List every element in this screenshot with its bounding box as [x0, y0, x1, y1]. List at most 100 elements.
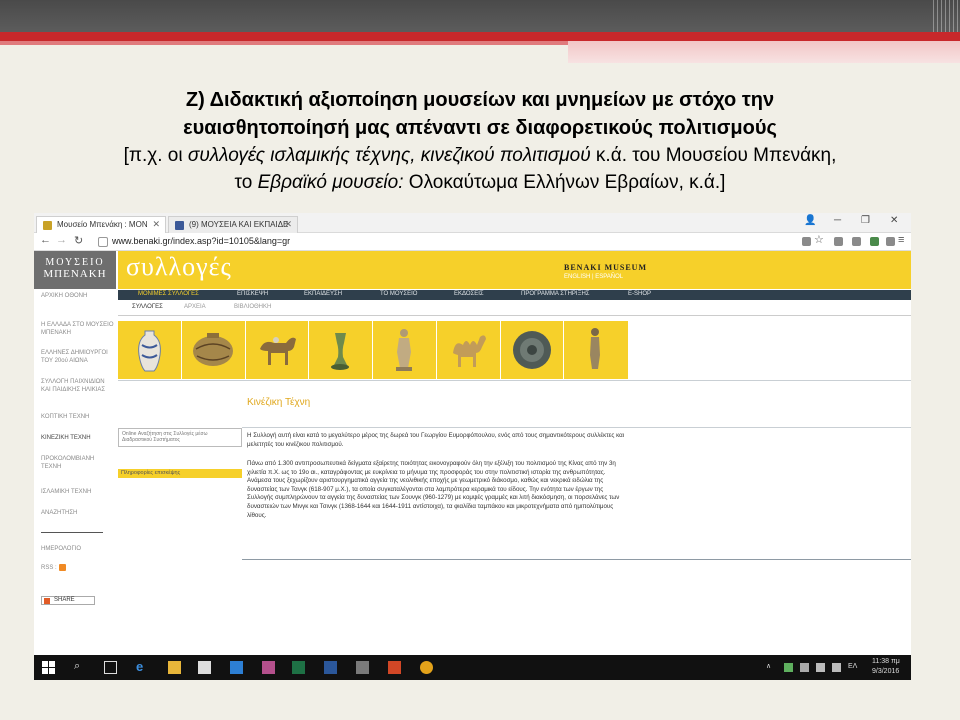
vase-icon	[138, 330, 161, 372]
submenu-item[interactable]: ΑΡΧΕΙΑ	[184, 304, 206, 310]
tab-facebook[interactable]: (9) ΜΟΥΣΕΙΑ ΚΑΙ ΕΚΠΑΙΔΕ ✕	[168, 216, 298, 233]
plate-icon	[512, 331, 551, 369]
tray-chevron-icon[interactable]: ∧	[766, 662, 771, 670]
line4-text-a: το	[234, 172, 258, 193]
thumbnail-plate[interactable]	[501, 321, 565, 379]
sidebar-calendar[interactable]: ΗΜΕΡΟΛΟΓΙΟ	[41, 545, 115, 553]
tomb-figure-icon	[396, 329, 412, 371]
sidebar-item[interactable]: ΣΥΛΛΟΓΗ ΠΑΙΧΝΙΔΙΩΝ ΚΑΙ ΠΑΙΔΙΚΗΣ ΗΛΙΚΙΑΣ	[41, 378, 115, 394]
url-text: www.benaki.gr/index.asp?id=10105&lang=gr	[112, 236, 291, 246]
rss-icon[interactable]	[58, 564, 66, 571]
sidebar-item[interactable]: ΑΝΑΖΗΤΗΣΗ	[41, 509, 115, 517]
sidebar-item-active[interactable]: ΚΙΝΕΖΙΚΗ ΤΕΧΝΗ	[41, 434, 115, 442]
banner-title: συλλογές	[126, 252, 232, 281]
sidebar-item[interactable]: ΑΡΧΙΚΗ ΟΘΟΝΗ	[41, 292, 115, 300]
online-search-link[interactable]: Online Αναζήτηση στις Συλλογές μέσω Διαδ…	[118, 428, 242, 447]
network-icon[interactable]	[816, 663, 825, 672]
battery-icon[interactable]	[800, 663, 809, 672]
back-icon[interactable]: ←	[40, 234, 51, 246]
extension-icon[interactable]	[886, 237, 895, 246]
bookmark-star-icon[interactable]: ☆	[814, 233, 824, 246]
maximize-icon[interactable]: ❐	[861, 215, 870, 226]
volume-icon[interactable]	[832, 663, 841, 672]
tab-label: Μουσείο Μπενάκη : ΜΟΝ	[57, 220, 148, 229]
facebook-icon	[175, 221, 184, 230]
divider	[242, 559, 911, 560]
extension-icon[interactable]	[870, 237, 879, 246]
close-icon[interactable]: ✕	[284, 219, 292, 230]
search-icon[interactable]: ⌕	[74, 660, 80, 673]
close-icon[interactable]: ✕	[152, 219, 160, 230]
file-explorer-icon[interactable]	[168, 661, 181, 674]
museum-logo[interactable]: ΜΟΥΣΕΙΟ ΜΠΕΝΑΚΗ	[34, 251, 116, 289]
menu-item[interactable]: ΕΚΔΟΣΕΙΣ	[454, 291, 484, 297]
menu-item[interactable]: ΤΟ ΜΟΥΣΕΙΟ	[380, 291, 417, 297]
heading-line-3: [π.χ. οι συλλογές ισλαμικής τέχνης, κινε…	[20, 142, 940, 169]
word-icon[interactable]	[324, 661, 337, 674]
extension-icon[interactable]	[852, 237, 861, 246]
menu-icon[interactable]: ≡	[898, 234, 904, 246]
slide-red-line	[0, 41, 568, 45]
thumbnail-jar[interactable]	[182, 321, 246, 379]
page-title: Κινέζικη Τέχνη	[247, 397, 311, 408]
browser-tab-bar: Μουσείο Μπενάκη : ΜΟΝ ✕ (9) ΜΟΥΣΕΙΑ ΚΑΙ …	[34, 213, 911, 233]
clock-time[interactable]: 11:38 πμ	[872, 658, 900, 665]
extension-icon[interactable]	[834, 237, 843, 246]
user-icon[interactable]: 👤	[804, 215, 816, 226]
heading-line-1: Ζ) Διδακτική αξιοποίηση μουσείων και μνη…	[185, 89, 775, 111]
sidebar-item[interactable]: ΚΟΠΤΙΚΗ ΤΕΧΝΗ	[41, 413, 115, 421]
app-icon[interactable]	[356, 661, 369, 674]
slide-decoration-lines	[930, 0, 960, 32]
logo-line-2: ΜΠΕΝΑΚΗ	[43, 268, 107, 280]
dropbox-icon[interactable]	[230, 661, 243, 674]
app-icon[interactable]	[262, 661, 275, 674]
menu-item[interactable]: ΕΠΙΣΚΕΨΗ	[237, 291, 268, 297]
submenu-item[interactable]: ΣΥΛΛΟΓΕΣ	[132, 304, 163, 310]
minimize-icon[interactable]: ─	[834, 215, 841, 226]
window-close-icon[interactable]: ✕	[890, 215, 898, 226]
excel-icon[interactable]	[292, 661, 305, 674]
edge-icon[interactable]: e	[136, 659, 143, 674]
menu-item[interactable]: ΜΟΝΙΜΕΣ ΣΥΛΛΟΓΕΣ	[138, 291, 199, 297]
standing-figure-icon	[590, 328, 601, 369]
sidebar-item[interactable]: ΕΛΛΗΝΕΣ ΔΗΜΙΟΥΡΓΟΙ ΤΟΥ 20ού ΑΙΩΝΑ	[41, 349, 115, 365]
language-links[interactable]: ENGLISH | ESPAÑOL	[564, 274, 623, 280]
powerpoint-icon[interactable]	[388, 661, 401, 674]
task-view-icon[interactable]	[104, 661, 117, 674]
line4-text-italic: Εβραϊκό μουσείο:	[257, 172, 404, 193]
sidebar-item[interactable]: Η ΕΛΛΑΔΑ ΣΤΟ ΜΟΥΣΕΙΟ ΜΠΕΝΑΚΗ	[41, 321, 115, 337]
jar-icon	[192, 333, 233, 366]
thumbnail-stem-cup[interactable]	[309, 321, 373, 379]
body-paragraph: Πάνω από 1.300 αντιπροσωπευτικά δείγματα…	[247, 460, 620, 519]
tray-icon[interactable]	[784, 663, 793, 672]
clock-date[interactable]: 9/3/2016	[872, 668, 899, 675]
share-button[interactable]: SHARE	[41, 596, 95, 605]
input-language[interactable]: ΕΛ	[848, 663, 857, 670]
chrome-icon[interactable]	[420, 661, 433, 674]
translate-icon[interactable]	[802, 237, 811, 246]
divider	[242, 427, 911, 428]
main-menu: ΜΟΝΙΜΕΣ ΣΥΛΛΟΓΕΣ ΕΠΙΣΚΕΨΗ ΕΚΠΑΙΔΕΥΣΗ ΤΟ …	[118, 290, 911, 300]
url-field[interactable]: www.benaki.gr/index.asp?id=10105&lang=gr	[96, 235, 796, 249]
tab-benaki[interactable]: Μουσείο Μπενάκη : ΜΟΝ ✕	[36, 216, 166, 233]
sidebar-item[interactable]: ΙΣΛΑΜΙΚΗ ΤΕΧΝΗ	[41, 488, 115, 496]
divider	[118, 380, 911, 381]
thumbnail-vase[interactable]	[118, 321, 182, 379]
thumbnail-horse[interactable]	[246, 321, 310, 379]
visit-info-link[interactable]: Πληροφορίες επισκέψης	[118, 469, 242, 478]
menu-item[interactable]: ΕΚΠΑΙΔΕΥΣΗ	[304, 291, 342, 297]
submenu-item[interactable]: ΒΙΒΛΙΟΘΗΚΗ	[234, 304, 271, 310]
intro-paragraph: Η Συλλογή αυτή είναι κατά το μεγαλύτερο …	[247, 432, 625, 448]
menu-item[interactable]: ΠΡΟΓΡΑΜΜΑ ΣΤΗΡΙΞΗΣ	[521, 291, 590, 297]
store-icon[interactable]	[198, 661, 211, 674]
windows-start-icon[interactable]	[42, 661, 55, 674]
thumbnail-camel[interactable]	[437, 321, 501, 379]
line3-text-c: κ.ά. του Μουσείου Μπενάκη,	[590, 145, 837, 166]
reload-icon[interactable]: ↻	[74, 234, 83, 247]
thumbnail-tomb-figure[interactable]	[373, 321, 437, 379]
menu-item[interactable]: E-SHOP	[628, 291, 651, 297]
sidebar-rss[interactable]: RSS :	[41, 564, 115, 572]
forward-icon[interactable]: →	[56, 234, 67, 246]
thumbnail-standing-figure[interactable]	[564, 321, 628, 379]
sidebar-item[interactable]: ΠΡΟΚΟΛΟΜΒΙΑΝΗ ΤΕΧΝΗ	[41, 455, 115, 471]
